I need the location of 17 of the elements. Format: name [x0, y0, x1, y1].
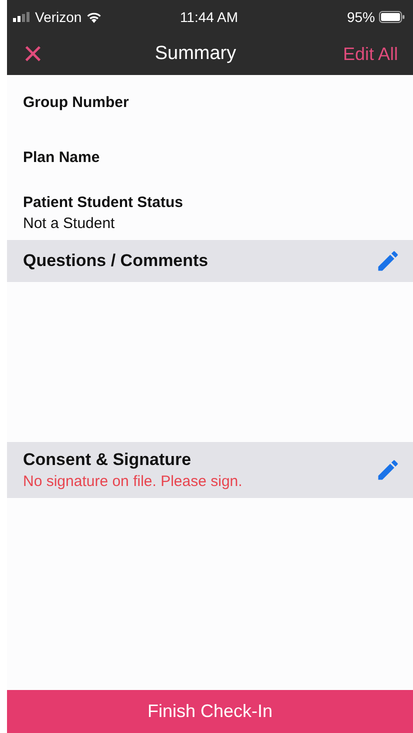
field-label: Plan Name	[23, 149, 101, 166]
section-title: Questions / Comments	[23, 251, 208, 271]
close-button[interactable]: ×	[23, 37, 83, 71]
battery-icon	[379, 10, 405, 22]
screen-title: Summary	[154, 43, 236, 65]
wifi-icon	[86, 10, 102, 22]
field-label: Patient Student Status	[23, 194, 184, 210]
edit-all-button[interactable]: Edit All	[308, 44, 398, 64]
signal-icon	[13, 12, 31, 22]
clock-time: 11:44 AM	[180, 8, 238, 24]
field-value: Not a Student	[23, 214, 116, 232]
field-label: Group Number	[23, 94, 130, 111]
carrier-name: Verizon	[35, 8, 82, 24]
battery-percent: 95%	[346, 8, 375, 24]
section-title: Consent & Signature	[23, 450, 192, 470]
finish-check-in-button[interactable]: Finish Check-In	[7, 690, 413, 733]
warning-text: No signature on file. Please sign.	[23, 473, 242, 490]
